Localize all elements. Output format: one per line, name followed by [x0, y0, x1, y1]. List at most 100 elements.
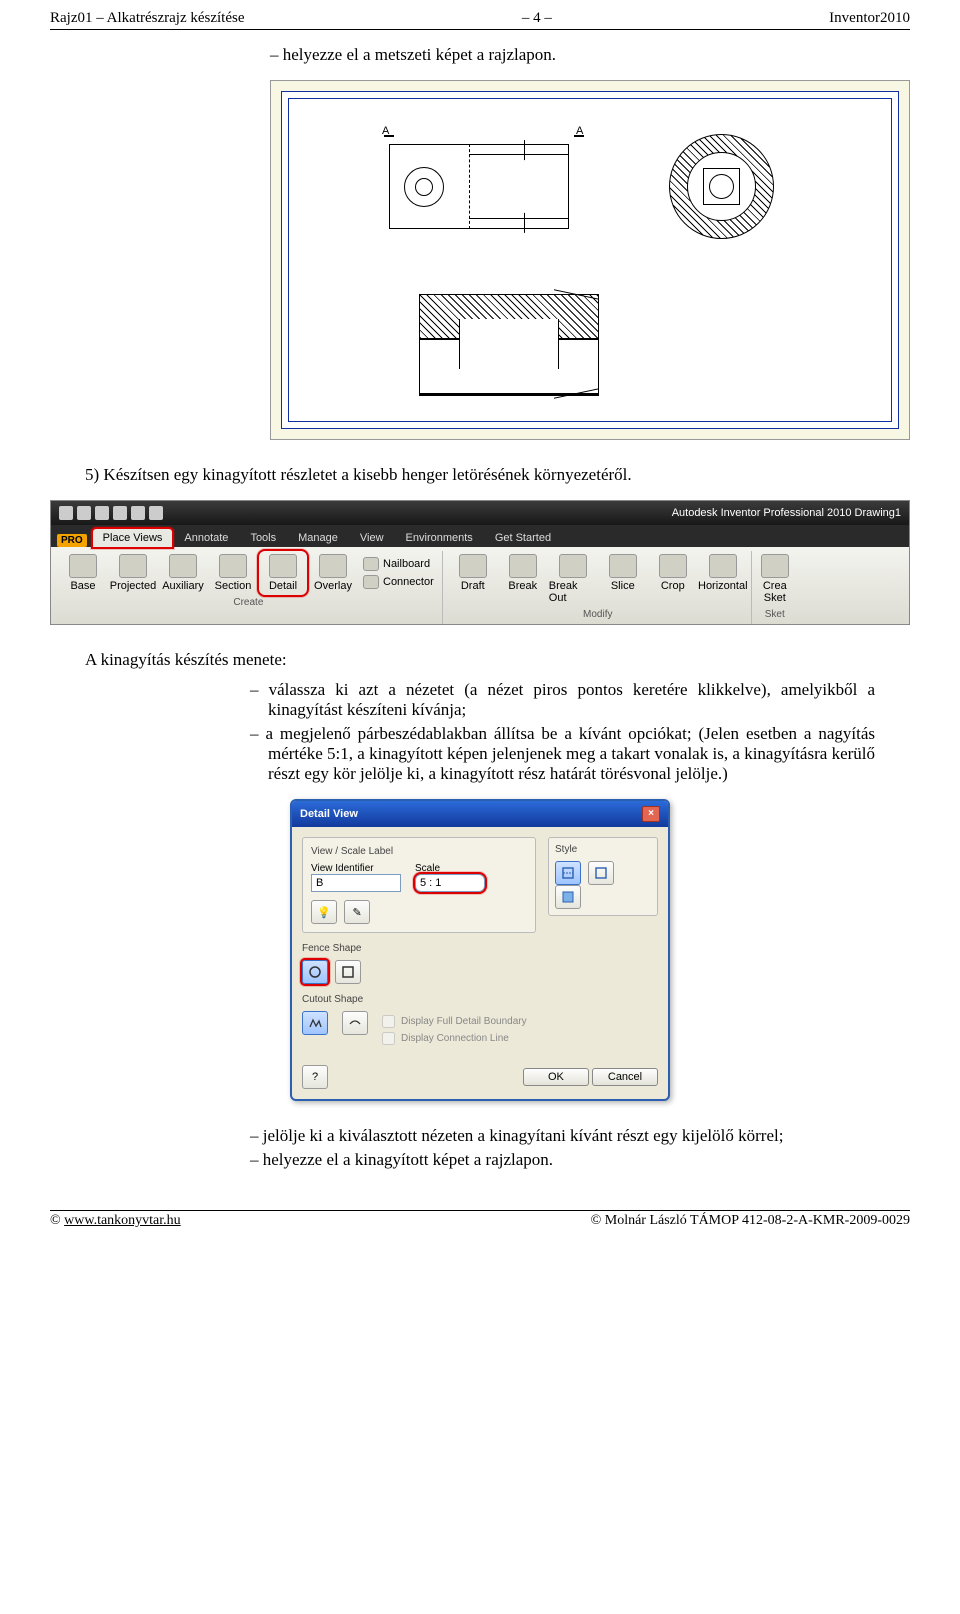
projected-label: Projected — [110, 580, 156, 592]
style-hidden-button[interactable] — [555, 861, 581, 885]
break-out-label: Break Out — [549, 580, 597, 604]
inventor-ribbon: Autodesk Inventor Professional 2010 Draw… — [50, 500, 910, 625]
qat-redo-icon[interactable] — [131, 506, 145, 520]
qat-save-icon[interactable] — [95, 506, 109, 520]
page-header: Rajz01 – Alkatrészrajz készítése – 4 – I… — [50, 10, 910, 30]
connector-button[interactable]: Connector — [359, 573, 438, 591]
panel-modify-label: Modify — [583, 607, 612, 622]
smooth-icon — [348, 1016, 362, 1030]
fence-rect-button[interactable] — [335, 960, 361, 984]
cancel-button[interactable]: Cancel — [592, 1068, 658, 1086]
create-sketch-icon — [761, 554, 789, 578]
label-visibility-button[interactable]: 💡 — [311, 900, 337, 924]
draft-icon — [459, 554, 487, 578]
qat-print-icon[interactable] — [149, 506, 163, 520]
break-label: Break — [508, 580, 537, 592]
hidden-lines-icon — [561, 866, 575, 880]
qat-new-icon[interactable] — [59, 506, 73, 520]
break-out-icon — [559, 554, 587, 578]
circle-icon — [308, 965, 322, 979]
qat-open-icon[interactable] — [77, 506, 91, 520]
help-button[interactable]: ? — [302, 1065, 328, 1089]
detail-step-2: a megjelenő párbeszédablakban állítsa be… — [250, 724, 875, 784]
scale-label: Scale — [415, 863, 485, 874]
break-button[interactable]: Break — [499, 551, 547, 607]
detail-button[interactable]: Detail — [259, 551, 307, 595]
pro-badge: PRO — [57, 534, 87, 547]
qat-undo-icon[interactable] — [113, 506, 127, 520]
tab-view[interactable]: View — [350, 529, 394, 547]
quick-access-toolbar[interactable] — [59, 506, 163, 520]
group-view-scale: View / Scale Label View Identifier Scale… — [302, 837, 536, 933]
panel-create-label: Create — [233, 595, 263, 610]
cutout-jagged-button[interactable] — [302, 1011, 328, 1035]
section-button[interactable]: Section — [209, 551, 257, 595]
create-sketch-button[interactable]: CreaSket — [758, 551, 792, 607]
rectangle-icon — [341, 965, 355, 979]
view-identifier-input[interactable] — [311, 874, 401, 892]
connection-line-input[interactable] — [382, 1032, 395, 1045]
detail-steps-list: válassza ki azt a nézetet (a nézet piros… — [250, 680, 875, 784]
panel-sketch: CreaSket Sket — [754, 551, 796, 624]
break-out-button[interactable]: Break Out — [549, 551, 597, 607]
tab-environments[interactable]: Environments — [396, 529, 483, 547]
fence-shape-title: Fence Shape — [302, 943, 536, 954]
nailboard-icon — [363, 557, 379, 571]
dialog-close-button[interactable]: × — [642, 806, 660, 822]
slice-button[interactable]: Slice — [599, 551, 647, 607]
tab-get-started[interactable]: Get Started — [485, 529, 561, 547]
crop-button[interactable]: Crop — [649, 551, 697, 607]
final-step-2: helyezze el a kinagyított képet a rajzla… — [250, 1150, 875, 1170]
scale-input[interactable] — [415, 874, 485, 892]
connection-line-label: Display Connection Line — [401, 1033, 509, 1044]
base-button[interactable]: Base — [59, 551, 107, 595]
ok-button[interactable]: OK — [523, 1068, 589, 1086]
edit-view-label-button[interactable]: ✎ — [344, 900, 370, 924]
no-hidden-icon — [594, 866, 608, 880]
horizontal-button[interactable]: Horizontal — [699, 551, 747, 607]
base-view-icon — [69, 554, 97, 578]
detail-view-icon — [269, 554, 297, 578]
auxiliary-button[interactable]: Auxiliary — [159, 551, 207, 595]
draft-label: Draft — [461, 580, 485, 592]
tab-tools[interactable]: Tools — [240, 529, 286, 547]
overlay-button[interactable]: Overlay — [309, 551, 357, 595]
group-view-scale-title: View / Scale Label — [311, 846, 527, 857]
page-footer: © www.tankonyvtar.hu © Molnár László TÁM… — [50, 1210, 910, 1229]
cutout-shape-title: Cutout Shape — [302, 994, 536, 1005]
detail-step-1: válassza ki azt a nézetet (a nézet piros… — [250, 680, 875, 720]
group-cutout: Cutout Shape Display Full Detail Boundar… — [302, 994, 536, 1049]
tab-annotate[interactable]: Annotate — [174, 529, 238, 547]
footer-link[interactable]: www.tankonyvtar.hu — [64, 1213, 181, 1228]
jagged-icon — [308, 1016, 322, 1030]
slice-icon — [609, 554, 637, 578]
footer-right: © Molnár László TÁMOP 412-08-2-A-KMR-200… — [591, 1213, 910, 1229]
projected-button[interactable]: Projected — [109, 551, 157, 595]
close-icon: × — [648, 808, 654, 819]
section-label: Section — [215, 580, 252, 592]
create-sketch-label: Crea — [763, 580, 787, 592]
fence-circle-button[interactable] — [302, 960, 328, 984]
detail-steps-intro: A kinagyítás készítés menete: — [85, 650, 875, 670]
tab-manage[interactable]: Manage — [288, 529, 348, 547]
horizontal-icon — [709, 554, 737, 578]
top-bullet: helyezze el a metszeti képet a rajzlapon… — [270, 45, 910, 65]
base-label: Base — [70, 580, 95, 592]
full-boundary-checkbox[interactable]: Display Full Detail Boundary — [382, 1015, 527, 1028]
style-nohidden-button[interactable] — [588, 861, 614, 885]
connection-line-checkbox[interactable]: Display Connection Line — [382, 1032, 527, 1045]
cutout-smooth-button[interactable] — [342, 1011, 368, 1035]
draft-button[interactable]: Draft — [449, 551, 497, 607]
connector-icon — [363, 575, 379, 589]
step-5: 5) Készítsen egy kinagyított részletet a… — [85, 465, 910, 485]
style-shaded-button[interactable] — [555, 885, 581, 909]
full-boundary-input[interactable] — [382, 1015, 395, 1028]
group-fence: Fence Shape — [302, 943, 536, 984]
lightbulb-icon: 💡 — [317, 906, 331, 919]
help-icon: ? — [312, 1071, 318, 1083]
crop-icon — [659, 554, 687, 578]
tab-place-views[interactable]: Place Views — [93, 529, 173, 547]
drawing-figure: A A — [270, 80, 910, 440]
nailboard-button[interactable]: Nailboard — [359, 555, 438, 573]
header-right: Inventor2010 — [829, 10, 910, 27]
